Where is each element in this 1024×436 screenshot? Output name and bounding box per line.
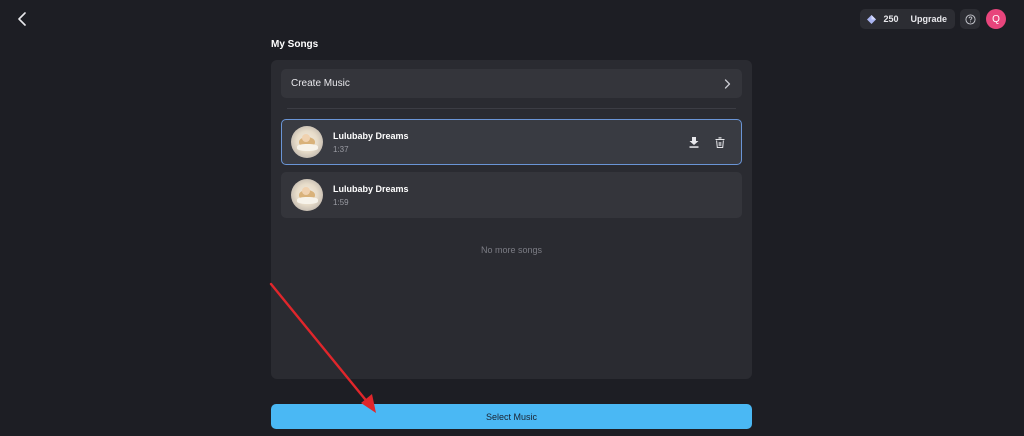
credits-count: 250 (883, 14, 899, 24)
song-cover-image (291, 126, 323, 158)
page-title: My Songs (271, 39, 319, 50)
upgrade-button[interactable]: Upgrade (910, 14, 947, 24)
credits-upgrade-pill[interactable]: 250 Upgrade (860, 9, 955, 29)
trash-icon (715, 136, 725, 148)
help-button[interactable] (960, 9, 980, 29)
diamond-icon (867, 14, 877, 24)
create-music-label: Create Music (291, 78, 350, 89)
song-title: Lulubaby Dreams (333, 183, 409, 194)
select-music-button[interactable]: Select Music (271, 404, 752, 429)
song-item[interactable]: Lulubaby Dreams 1:37 (281, 119, 742, 165)
download-button[interactable] (687, 135, 701, 149)
divider (287, 108, 736, 109)
song-title: Lulubaby Dreams (333, 130, 409, 141)
song-cover-image (291, 179, 323, 211)
song-item[interactable]: Lulubaby Dreams 1:59 (281, 172, 742, 218)
back-button[interactable] (12, 8, 34, 30)
back-arrow-icon (18, 12, 26, 26)
chevron-right-icon (724, 78, 731, 89)
avatar[interactable]: Q (986, 9, 1006, 29)
songs-panel: Create Music Lulubaby Dreams 1:37 Luluba… (271, 60, 752, 379)
top-right-controls: 250 Upgrade Q (860, 9, 1006, 29)
song-duration: 1:59 (333, 197, 349, 207)
delete-button[interactable] (713, 135, 727, 149)
song-duration: 1:37 (333, 144, 349, 154)
empty-list-note: No more songs (480, 245, 543, 255)
download-icon (689, 136, 699, 148)
create-music-button[interactable]: Create Music (281, 69, 742, 98)
help-icon (964, 13, 976, 25)
